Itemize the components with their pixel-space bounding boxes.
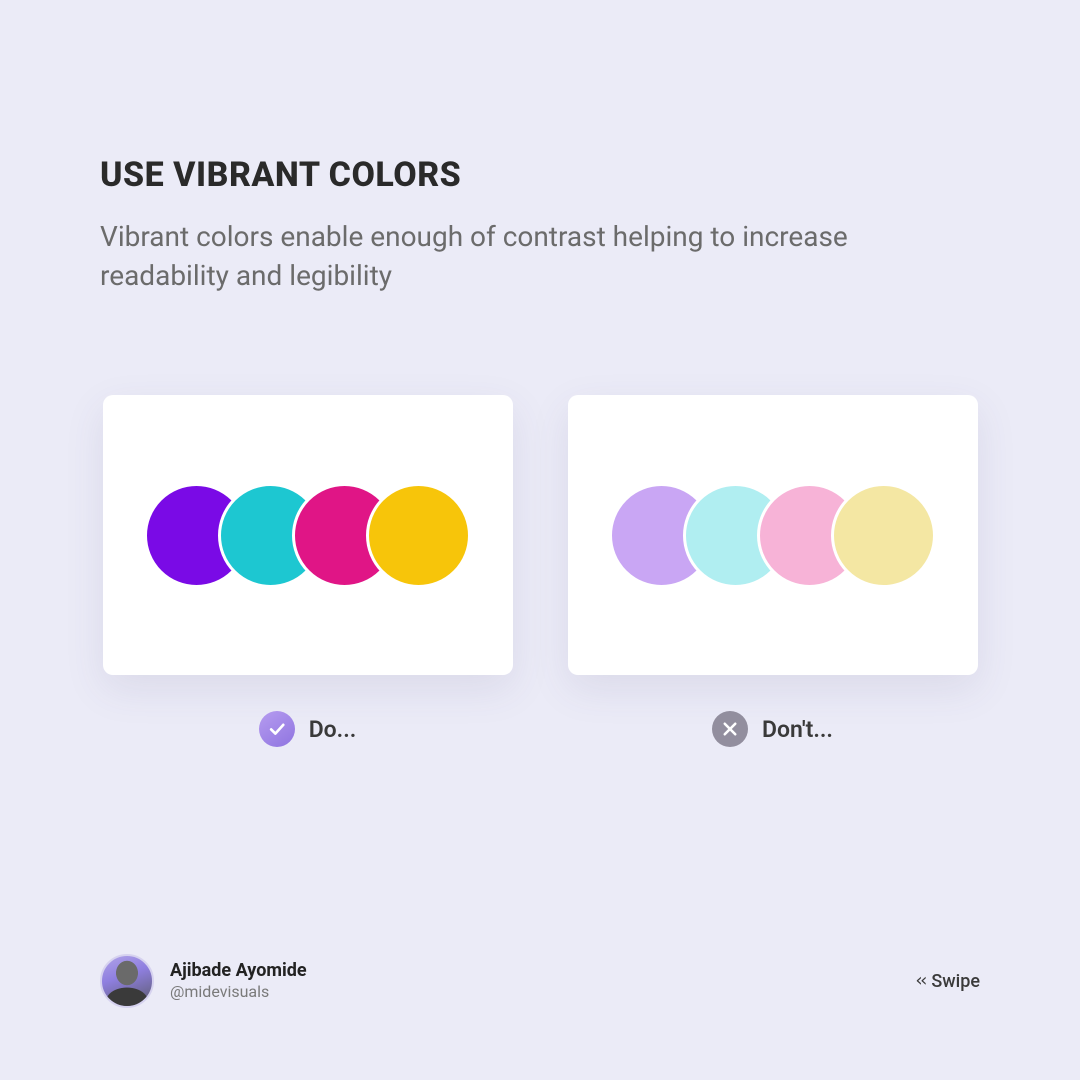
swipe-hint[interactable]: ‹‹ Swipe [914, 971, 980, 992]
avatar [100, 954, 154, 1008]
color-swatch [831, 483, 936, 588]
check-icon [259, 711, 295, 747]
dont-label-row: Don't... [712, 711, 833, 747]
page-title: USE VIBRANT COLORS [100, 155, 980, 195]
swipe-label: Swipe [931, 971, 980, 992]
cross-icon [712, 711, 748, 747]
do-label: Do... [309, 716, 357, 743]
footer: Ajibade Ayomide @midevisuals ‹‹ Swipe [100, 954, 980, 1008]
author-block: Ajibade Ayomide @midevisuals [100, 954, 307, 1008]
do-label-row: Do... [259, 711, 357, 747]
do-card [103, 395, 513, 675]
dont-swatches [609, 483, 936, 588]
dont-card [568, 395, 978, 675]
author-name: Ajibade Ayomide [170, 959, 307, 982]
page-subtitle: Vibrant colors enable enough of contrast… [100, 217, 860, 295]
do-swatches [144, 483, 471, 588]
do-card-wrap: Do... [103, 395, 513, 747]
cards-row: Do... Don't... [100, 395, 980, 747]
color-swatch [366, 483, 471, 588]
dont-label: Don't... [762, 716, 833, 743]
author-handle: @midevisuals [170, 982, 307, 1003]
chevron-left-double-icon: ‹‹ [914, 970, 924, 991]
dont-card-wrap: Don't... [568, 395, 978, 747]
